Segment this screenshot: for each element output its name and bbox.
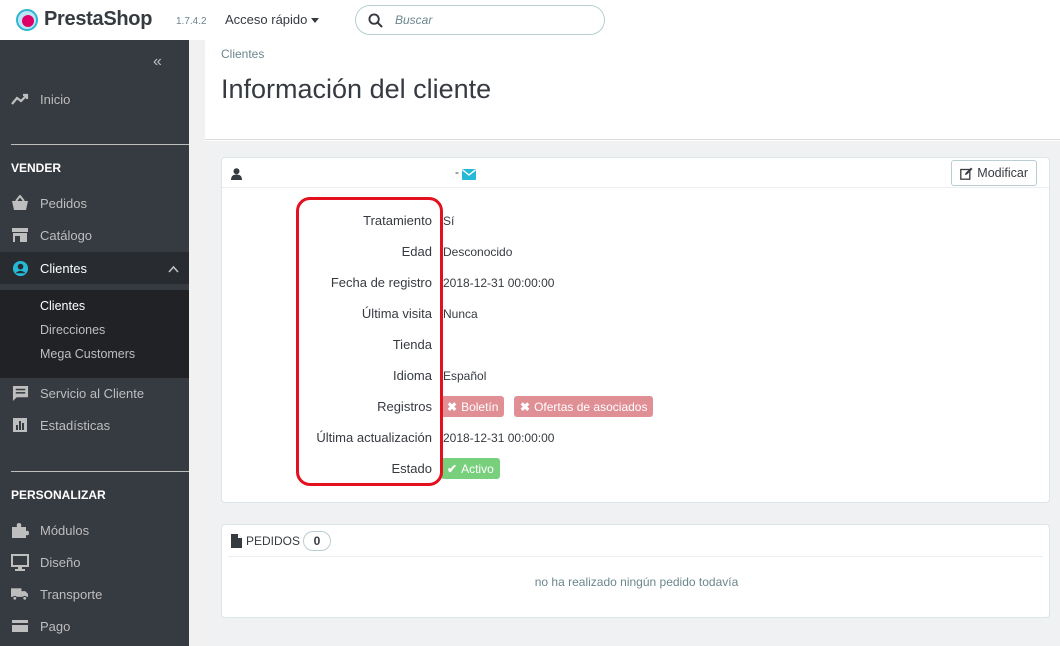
close-icon: ✖ xyxy=(520,399,531,414)
row-value-age: Desconocido xyxy=(443,245,513,259)
quick-access-label: Acceso rápido xyxy=(225,12,308,27)
check-icon: ✔ xyxy=(447,461,458,476)
file-icon xyxy=(231,534,242,553)
sidebar-item-customers[interactable]: Clientes xyxy=(0,252,189,284)
row-value-registration-date: 2018-12-31 00:00:00 xyxy=(443,276,555,290)
sidebar-item-shipping[interactable]: Transporte xyxy=(0,580,189,608)
collapse-sidebar-icon[interactable]: « xyxy=(153,53,162,71)
customer-name-separator: - xyxy=(455,165,459,179)
modify-button[interactable]: Modificar xyxy=(951,160,1037,186)
search-box[interactable] xyxy=(355,5,605,35)
submenu-item-mega-customers[interactable]: Mega Customers xyxy=(40,347,135,361)
sidebar-item-label: Catálogo xyxy=(40,227,93,243)
orders-empty-message: no ha realizado ningún pedido todavía xyxy=(534,575,739,589)
sidebar-item-payment[interactable]: Pago xyxy=(0,612,189,640)
puzzle-icon xyxy=(11,521,29,539)
chevron-up-icon xyxy=(168,261,179,276)
partner-offers-badge-label: Ofertas de asociados xyxy=(534,399,648,414)
orders-panel-header: PEDIDOS 0 xyxy=(228,525,1043,557)
sidebar-item-label: Pago xyxy=(40,618,71,634)
search-icon xyxy=(368,12,383,28)
page-title: Información del cliente xyxy=(221,74,492,104)
sidebar-divider xyxy=(11,471,189,472)
breadcrumb[interactable]: Clientes xyxy=(221,47,264,61)
submenu-item-customers[interactable]: Clientes xyxy=(40,299,85,313)
annotation-highlight xyxy=(296,197,443,486)
submenu-item-addresses[interactable]: Direcciones xyxy=(40,323,105,337)
prestashop-logo-icon xyxy=(16,8,38,31)
sidebar-item-label: Inicio xyxy=(40,91,71,107)
close-icon: ✖ xyxy=(447,399,458,414)
orders-panel-title: PEDIDOS xyxy=(246,534,301,548)
sidebar-item-stats[interactable]: Estadísticas xyxy=(0,411,189,439)
search-input[interactable] xyxy=(395,13,585,27)
basket-icon xyxy=(11,194,29,212)
sidebar-item-label: Pedidos xyxy=(40,195,87,211)
partner-offers-badge: ✖ Ofertas de asociados xyxy=(514,396,654,417)
newsletter-badge: ✖ Boletín xyxy=(441,396,505,417)
modify-label: Modificar xyxy=(977,166,1028,180)
chart-bar-icon xyxy=(11,416,29,434)
caret-down-icon xyxy=(311,18,320,24)
version-label: 1.7.4.2 xyxy=(176,16,207,27)
sidebar-item-design[interactable]: Diseño xyxy=(0,548,189,576)
orders-panel: PEDIDOS 0 no ha realizado ningún pedido … xyxy=(221,524,1050,618)
credit-card-icon xyxy=(11,617,29,635)
brand-name: PrestaShop xyxy=(44,8,153,30)
sidebar-item-label: Diseño xyxy=(40,554,81,570)
sidebar-item-label: Estadísticas xyxy=(40,417,111,433)
sidebar-item-label: Módulos xyxy=(40,522,90,538)
sidebar-item-label: Transporte xyxy=(40,586,103,602)
sidebar-item-catalog[interactable]: Catálogo xyxy=(0,221,189,249)
sidebar: « Inicio VENDER Pedidos Catálogo Cliente… xyxy=(0,40,189,646)
user-circle-icon xyxy=(11,259,29,277)
quick-access-dropdown[interactable]: Acceso rápido xyxy=(225,12,320,27)
store-icon xyxy=(11,226,29,244)
section-title-customize: PERSONALIZAR xyxy=(11,488,106,502)
sidebar-divider xyxy=(11,144,189,145)
status-badge: ✔ Activo xyxy=(441,458,500,479)
newsletter-badge-label: Boletín xyxy=(461,399,499,414)
row-value-language: Español xyxy=(443,369,487,383)
envelope-icon[interactable] xyxy=(462,167,476,185)
status-badge-label: Activo xyxy=(461,461,494,476)
sidebar-item-label: Clientes xyxy=(40,260,87,276)
row-value-last-update: 2018-12-31 00:00:00 xyxy=(443,431,555,445)
page-header: Clientes Información del cliente xyxy=(205,40,1060,140)
top-header: PrestaShop 1.7.4.2 Acceso rápido xyxy=(0,0,1060,40)
orders-count-badge: 0 xyxy=(303,531,331,551)
row-value-last-visit: Nunca xyxy=(443,307,478,321)
chat-icon xyxy=(11,384,29,402)
sidebar-item-modules[interactable]: Módulos xyxy=(0,516,189,544)
sidebar-item-home[interactable]: Inicio xyxy=(0,85,189,113)
sidebar-item-label: Servicio al Cliente xyxy=(40,385,145,401)
row-value-treatment: Sí xyxy=(443,214,455,228)
customers-submenu: Clientes Direcciones Mega Customers xyxy=(0,290,189,378)
prestashop-logo[interactable]: PrestaShop xyxy=(16,8,152,31)
truck-icon xyxy=(11,585,29,603)
edit-icon xyxy=(960,167,973,180)
section-title-sell: VENDER xyxy=(11,161,62,175)
sidebar-item-orders[interactable]: Pedidos xyxy=(0,189,189,217)
trending-icon xyxy=(11,90,29,108)
monitor-icon xyxy=(11,553,29,571)
sidebar-scroll-gutter xyxy=(189,40,205,646)
sidebar-item-customer-service[interactable]: Servicio al Cliente xyxy=(0,379,189,407)
